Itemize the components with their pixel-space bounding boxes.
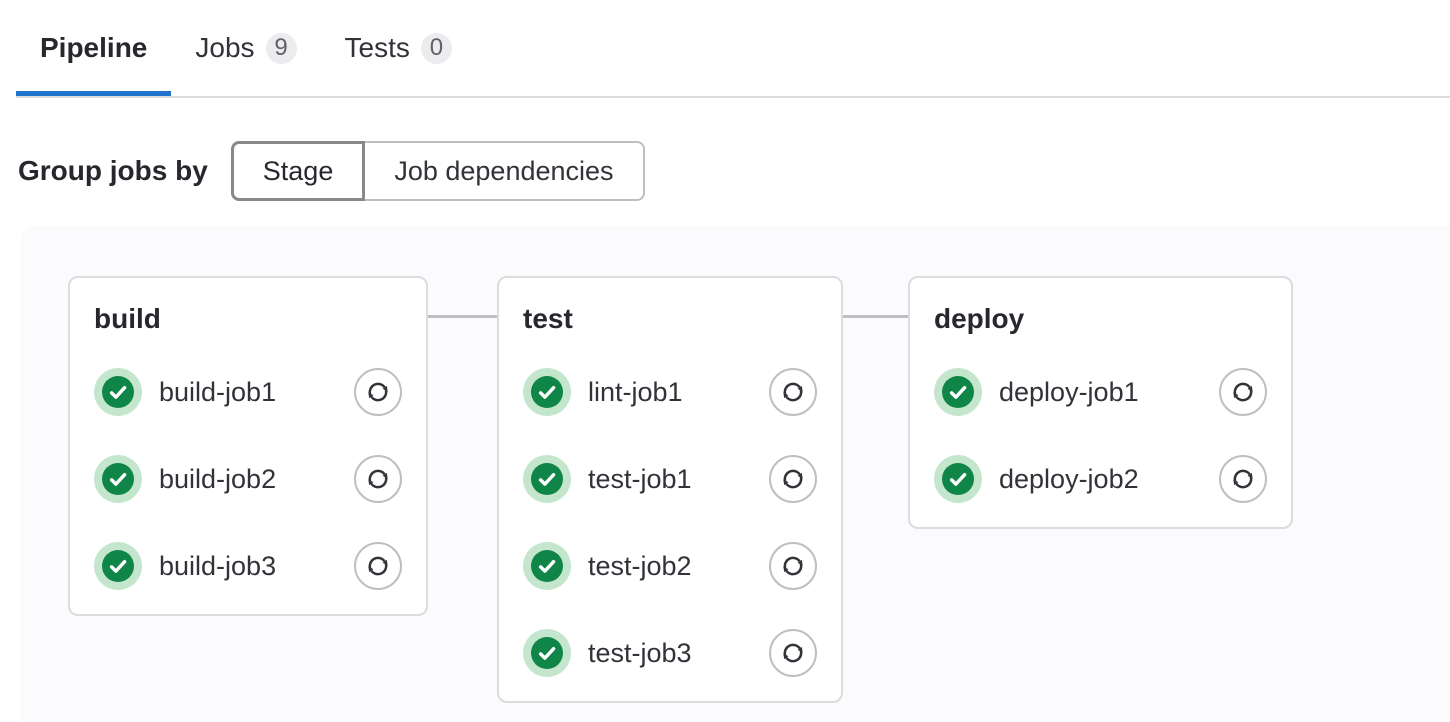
job-row: build-job3 (94, 542, 402, 590)
status-success-icon (934, 455, 982, 503)
stage-column-test: test lint-job1 test-job1 (497, 276, 843, 703)
job-row: deploy-job2 (934, 455, 1267, 503)
pipeline-tab-bar: Pipeline Jobs 9 Tests 0 (16, 0, 1450, 98)
retry-icon (364, 378, 392, 406)
retry-job-button[interactable] (354, 368, 402, 416)
status-success-icon (523, 542, 571, 590)
job-row: test-job3 (523, 629, 817, 677)
retry-icon (1229, 465, 1257, 493)
check-circle-icon (531, 376, 563, 408)
retry-icon (779, 639, 807, 667)
retry-job-button[interactable] (769, 629, 817, 677)
job-link[interactable]: test-job2 (588, 551, 769, 582)
stage-column-deploy: deploy deploy-job1 deploy-job2 (908, 276, 1293, 529)
stage-connector-line (428, 315, 497, 318)
job-row: test-job1 (523, 455, 817, 503)
status-success-icon (94, 368, 142, 416)
check-circle-icon (531, 637, 563, 669)
job-link[interactable]: build-job1 (159, 377, 354, 408)
group-jobs-by-section: Group jobs by Stage Job dependencies (18, 141, 1450, 201)
stage-title-test: test (523, 302, 817, 335)
group-by-job-dependencies-button[interactable]: Job dependencies (365, 141, 644, 201)
tab-jobs[interactable]: Jobs 9 (171, 0, 320, 96)
check-circle-icon (942, 376, 974, 408)
retry-icon (779, 378, 807, 406)
job-row: deploy-job1 (934, 368, 1267, 416)
retry-job-button[interactable] (769, 455, 817, 503)
status-success-icon (94, 455, 142, 503)
tab-pipeline-label: Pipeline (40, 32, 147, 64)
status-success-icon (523, 455, 571, 503)
check-circle-icon (102, 550, 134, 582)
group-jobs-by-segmented-control: Stage Job dependencies (231, 141, 645, 201)
retry-job-button[interactable] (769, 368, 817, 416)
job-link[interactable]: test-job1 (588, 464, 769, 495)
retry-icon (779, 552, 807, 580)
status-success-icon (94, 542, 142, 590)
tests-count-badge: 0 (421, 33, 452, 64)
check-circle-icon (102, 463, 134, 495)
group-jobs-by-label: Group jobs by (18, 155, 208, 187)
tab-pipeline[interactable]: Pipeline (16, 0, 171, 96)
pipeline-page: Pipeline Jobs 9 Tests 0 Group jobs by St… (0, 0, 1450, 722)
stage-title-build: build (94, 302, 402, 335)
status-success-icon (523, 368, 571, 416)
retry-job-button[interactable] (1219, 455, 1267, 503)
retry-icon (779, 465, 807, 493)
tab-tests[interactable]: Tests 0 (321, 0, 476, 96)
job-link[interactable]: deploy-job2 (999, 464, 1219, 495)
check-circle-icon (531, 463, 563, 495)
group-by-stage-button[interactable]: Stage (231, 141, 366, 201)
job-link[interactable]: lint-job1 (588, 377, 769, 408)
retry-icon (364, 552, 392, 580)
job-row: lint-job1 (523, 368, 817, 416)
job-link[interactable]: test-job3 (588, 638, 769, 669)
status-success-icon (934, 368, 982, 416)
retry-icon (1229, 378, 1257, 406)
tab-jobs-label: Jobs (195, 32, 254, 64)
job-link[interactable]: build-job2 (159, 464, 354, 495)
job-row: test-job2 (523, 542, 817, 590)
check-circle-icon (102, 376, 134, 408)
job-row: build-job2 (94, 455, 402, 503)
check-circle-icon (531, 550, 563, 582)
status-success-icon (523, 629, 571, 677)
stage-connector-line (843, 315, 908, 318)
stage-columns: build build-job1 build-job2 (68, 276, 1450, 703)
stage-column-build: build build-job1 build-job2 (68, 276, 428, 616)
retry-icon (364, 465, 392, 493)
retry-job-button[interactable] (769, 542, 817, 590)
job-row: build-job1 (94, 368, 402, 416)
retry-job-button[interactable] (354, 455, 402, 503)
stage-title-deploy: deploy (934, 302, 1267, 335)
job-link[interactable]: build-job3 (159, 551, 354, 582)
check-circle-icon (942, 463, 974, 495)
jobs-count-badge: 9 (266, 33, 297, 64)
pipeline-graph: build build-job1 build-job2 (20, 226, 1450, 722)
tab-tests-label: Tests (345, 32, 410, 64)
job-link[interactable]: deploy-job1 (999, 377, 1219, 408)
retry-job-button[interactable] (354, 542, 402, 590)
retry-job-button[interactable] (1219, 368, 1267, 416)
